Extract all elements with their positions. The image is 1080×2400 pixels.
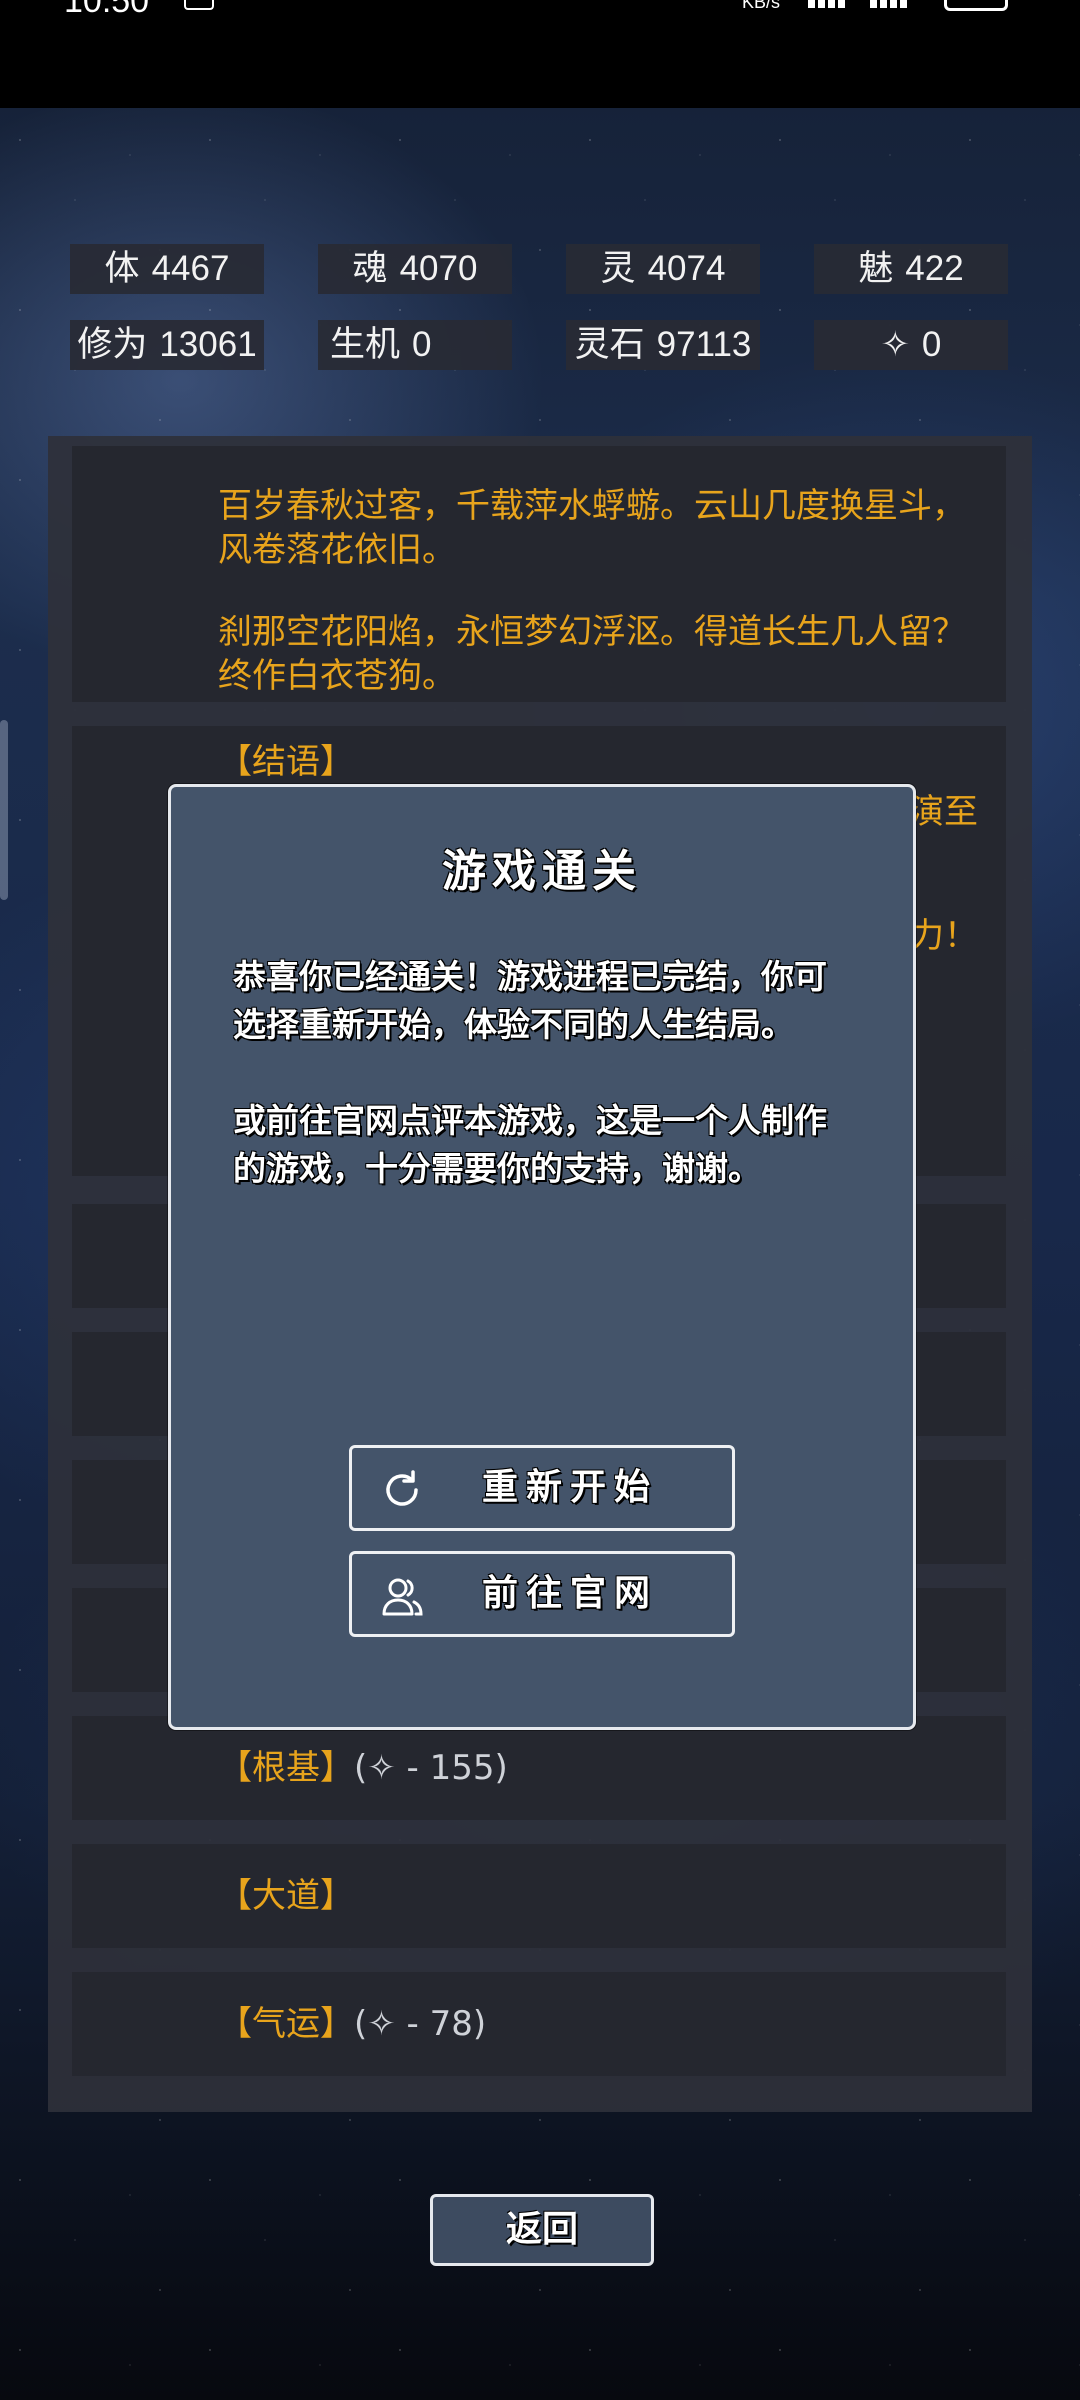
users-icon — [382, 1578, 423, 1616]
game-complete-dialog: 游戏通关 恭喜你已经通关！游戏进程已完结，你可选择重新开始，体验不同的人生结局。… — [168, 784, 916, 1730]
entry-extra: (✧ - 155) — [354, 1748, 508, 1788]
signal-icon — [870, 0, 916, 8]
stat-hun: 魂 4070 — [318, 244, 512, 294]
stat-xiuwei: 修为 13061 — [70, 320, 264, 370]
refresh-icon — [386, 1470, 418, 1506]
status-time: 10:50 — [64, 0, 150, 20]
restart-button[interactable]: 重新开始 — [349, 1445, 735, 1531]
stat-ling: 灵 4074 — [566, 244, 760, 294]
restart-label: 重新开始 — [482, 1467, 659, 1508]
entry-extra: (✧ - 78) — [354, 2004, 487, 2044]
stat-ti: 体 4467 — [70, 244, 264, 294]
entry-label: 【大道】 — [218, 1876, 354, 1916]
scroll-indicator[interactable] — [0, 720, 8, 900]
poem-card: 百岁春秋过客，千载萍水蜉蝣。云山几度换星斗，风卷落花依旧。 刹那空花阳焰，永恒梦… — [72, 446, 1006, 702]
back-button[interactable]: 返回 — [430, 2194, 654, 2266]
stat-lingshi: 灵石 97113 — [566, 320, 760, 370]
dialog-title: 游戏通关 — [442, 846, 642, 897]
entry-qiyun: 【气运】(✧ - 78) — [72, 1972, 1006, 2076]
status-bar: 10:50 KB/s — [0, 0, 1080, 108]
website-label: 前往官网 — [482, 1573, 659, 1614]
dialog-message: 恭喜你已经通关！游戏进程已完结，你可选择重新开始，体验不同的人生结局。 或前往官… — [233, 957, 827, 1188]
stat-star: ✧ 0 — [814, 320, 1008, 370]
notification-icon — [184, 0, 214, 10]
epilogue-fragment: 演至 — [910, 792, 978, 832]
net-speed: KB/s — [742, 0, 781, 12]
stat-mei: 魅 422 — [814, 244, 1008, 294]
signal-icon — [808, 0, 854, 8]
star-icon: ✧ — [880, 325, 910, 364]
stat-shengji: 生机 0 — [318, 320, 512, 370]
poem-line-2: 刹那空花阳焰，永恒梦幻浮沤。得道长生几人留？终作白衣苍狗。 — [218, 612, 966, 696]
entry-label: 【气运】 — [218, 2004, 354, 2044]
epilogue-fragment: 力！ — [910, 916, 978, 956]
website-button[interactable]: 前往官网 — [349, 1551, 735, 1637]
entry-label: 【根基】 — [218, 1748, 354, 1788]
epilogue-heading: 【结语】 — [218, 742, 354, 782]
battery-icon — [944, 0, 1008, 11]
poem-line-1: 百岁春秋过客，千载萍水蜉蝣。云山几度换星斗，风卷落花依旧。 — [218, 486, 966, 570]
entry-dadao: 【大道】 — [72, 1844, 1006, 1948]
entry-genji: 【根基】(✧ - 155) — [72, 1716, 1006, 1820]
